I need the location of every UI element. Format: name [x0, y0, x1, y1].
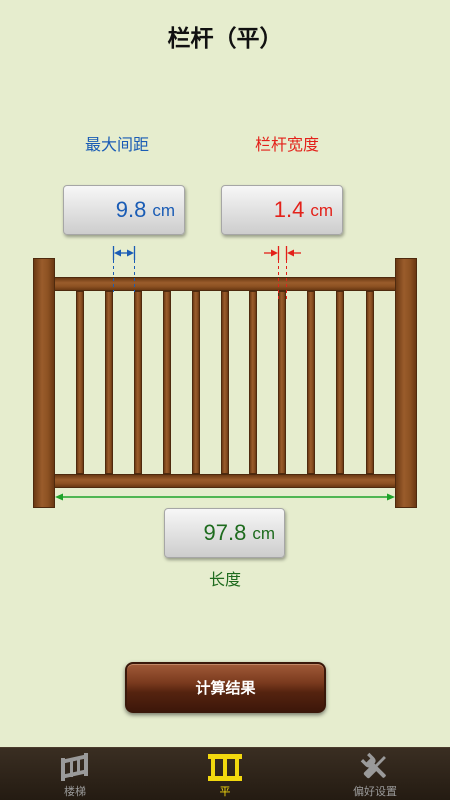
max-spacing-field[interactable]: 9.8 cm — [63, 185, 185, 235]
top-rail — [54, 277, 396, 291]
tab-flat[interactable]: 平 — [150, 748, 300, 800]
left-post — [33, 258, 55, 508]
tab-preferences[interactable]: 偏好设置 — [300, 748, 450, 800]
baluster — [134, 291, 142, 474]
baluster — [249, 291, 257, 474]
right-post — [395, 258, 417, 508]
baluster-width-label: 栏杆宽度 — [254, 135, 319, 154]
ladder-icon — [61, 753, 88, 781]
bottom-rail — [54, 474, 396, 488]
spacing-arrowhead-right — [127, 249, 134, 257]
baluster — [366, 291, 374, 474]
tab-flat-label: 平 — [219, 785, 231, 798]
baluster — [221, 291, 229, 474]
baluster — [76, 291, 84, 474]
max-spacing-label: 最大间距 — [84, 135, 149, 154]
page-title: 栏杆（平） — [167, 26, 283, 52]
baluster — [163, 291, 171, 474]
tab-stairs[interactable]: 楼梯 — [0, 748, 150, 800]
railing-icon — [208, 754, 242, 781]
tools-icon — [360, 752, 386, 779]
tab-stairs-label: 楼梯 — [64, 785, 86, 798]
railing-diagram — [33, 258, 417, 508]
length-label: 长度 — [208, 570, 241, 589]
length-unit: cm — [252, 524, 275, 543]
baluster-width-value: 1.4 — [273, 197, 305, 222]
calculate-button[interactable]: 计算结果 — [125, 662, 326, 713]
baluster — [307, 291, 315, 474]
baluster-width-field[interactable]: 1.4 cm — [221, 185, 343, 235]
max-spacing-value: 9.8 — [115, 197, 147, 222]
length-value: 97.8 — [203, 520, 247, 545]
tab-bar: 楼梯 平 偏好设置 — [0, 747, 450, 800]
baluster — [336, 291, 344, 474]
length-field[interactable]: 97.8 cm — [164, 508, 285, 558]
width-arrowhead-left — [271, 249, 278, 257]
spacing-arrowhead-left — [114, 249, 121, 257]
tab-preferences-label: 偏好设置 — [353, 785, 397, 798]
baluster — [192, 291, 200, 474]
baluster — [105, 291, 113, 474]
baluster — [278, 291, 286, 474]
width-arrowhead-right — [287, 249, 294, 257]
app-screen: 栏杆（平） 最大间距 栏杆宽度 9.8 cm 1.4 cm 97.8 cm 长度… — [0, 0, 450, 800]
baluster-width-unit: cm — [310, 201, 333, 220]
max-spacing-unit: cm — [152, 201, 175, 220]
